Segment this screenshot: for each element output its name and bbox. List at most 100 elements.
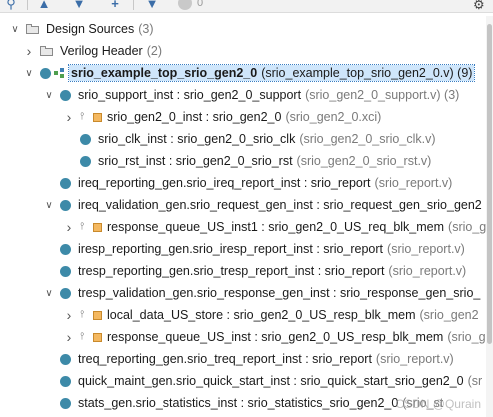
tree-row-text: local_data_US_store : srio_gen2_0_US_res… [107, 308, 479, 322]
tree-row-file: (srio_gen2 [419, 308, 479, 322]
tree-row-name: iresp_reporting_gen.srio_iresp_report_in… [78, 242, 384, 256]
status-icon[interactable]: ▼ [145, 0, 159, 11]
tree-row-text: srio_clk_inst : srio_gen2_0_srio_clk (sri… [98, 132, 436, 146]
module-icon [60, 89, 71, 101]
tree-row-text: srio_support_inst : srio_gen2_0_support(… [78, 88, 459, 102]
toolbar-divider [27, 0, 28, 10]
tree-row-text: response_queue_US_inst1 : srio_gen2_0_US… [107, 220, 486, 234]
chevron-right-icon[interactable]: › [64, 219, 74, 235]
module-icon [40, 67, 51, 79]
tree-row[interactable]: treq_reporting_gen.srio_treq_report_inst… [0, 348, 486, 370]
tree-row-file: (srio_report.v) [374, 176, 453, 190]
tree-row-name: srio_example_top_srio_gen2_0 [71, 66, 258, 80]
ip-core-icon: ⫯ [80, 332, 102, 342]
tree-row-text: ireq_reporting_gen.srio_ireq_report_inst… [78, 176, 452, 190]
tree-row-file: (srio_gen2_0_support.v) (3) [305, 88, 460, 102]
tree-row[interactable]: ∨ srio_support_inst : srio_gen2_0_support… [0, 84, 486, 106]
pin-icon: ⫯ [80, 111, 85, 122]
tree-row[interactable]: tresp_reporting_gen.srio_tresp_report_in… [0, 260, 486, 282]
tree-row-text: stats_gen.srio_statistics_inst : srio_st… [78, 396, 443, 410]
tree-row-file: (srio_report.v) [387, 242, 465, 256]
tree-row-text: treq_reporting_gen.srio_treq_report_inst… [78, 352, 454, 366]
tree-row[interactable]: iresp_reporting_gen.srio_iresp_report_in… [0, 238, 486, 260]
tree-row-name: ireq_reporting_gen.srio_ireq_report_inst… [78, 176, 371, 190]
tree-row-name: local_data_US_store : srio_gen2_0_US_res… [107, 308, 416, 322]
expand-all-icon[interactable]: ▼ [72, 0, 86, 11]
module-icon [60, 199, 71, 211]
vertical-scrollbar[interactable] [486, 16, 493, 417]
chevron-down-icon[interactable]: ∨ [10, 24, 20, 35]
source-hierarchy-tree: ∨ Design Sources (3) › Verilog Header (2) ∨ sri… [0, 16, 486, 417]
pin-icon: ⫯ [80, 309, 85, 320]
chevron-down-icon[interactable]: ∨ [44, 90, 54, 101]
tree-row[interactable]: › ⫯ response_queue_US_inst : srio_gen2_0_U… [0, 326, 486, 348]
tree-row-text: srio_example_top_srio_gen2_0 (srio_exampl… [67, 64, 476, 82]
scrollbar-thumb[interactable] [487, 24, 492, 344]
tree-row[interactable]: srio_clk_inst : srio_gen2_0_srio_clk (sri… [0, 128, 486, 150]
tree-row-file: (srio_example_top_srio_gen2_0.v) (9) [261, 66, 473, 80]
tree-row-name: response_queue_US_inst1 : srio_gen2_0_US… [107, 220, 445, 234]
tree-row[interactable]: ∨ Design Sources (3) [0, 18, 486, 40]
tree-row[interactable]: ireq_reporting_gen.srio_ireq_report_inst… [0, 172, 486, 194]
toolbar-divider [133, 0, 134, 10]
tree-row-file: (srio_gen2_0_srio_rst.v) [296, 154, 432, 168]
ip-core-icon: ⫯ [80, 112, 102, 122]
chevron-right-icon[interactable]: › [24, 43, 34, 59]
tree-row[interactable]: › ⫯ local_data_US_store : srio_gen2_0_US_r… [0, 304, 486, 326]
tree-row-text: iresp_reporting_gen.srio_iresp_report_in… [78, 242, 465, 256]
tree-row-file: (3) [138, 22, 154, 36]
top-module-hierarchy-icon [54, 68, 65, 78]
ip-box-icon [93, 112, 102, 122]
chevron-down-icon[interactable]: ∨ [44, 288, 54, 299]
ip-box-icon [93, 310, 102, 320]
tree-row-name: srio_clk_inst : srio_gen2_0_srio_clk [98, 132, 296, 146]
tree-row-name: Verilog Header [60, 44, 143, 58]
tree-row[interactable]: quick_maint_gen.srio_quick_start_inst : … [0, 370, 486, 392]
chevron-right-icon[interactable]: › [64, 307, 74, 323]
tree-row[interactable]: ∨ srio_example_top_srio_gen2_0 (srio_examp… [0, 62, 486, 84]
tree-row-text: response_queue_US_inst : srio_gen2_0_US_… [107, 330, 486, 344]
tree-row[interactable]: srio_rst_inst : srio_gen2_0_srio_rst (sri… [0, 150, 486, 172]
add-sources-icon[interactable]: + [108, 0, 122, 11]
tree-row-name: stats_gen.srio_statistics_inst : srio_st… [78, 396, 399, 410]
tree-row-name: treq_reporting_gen.srio_treq_report_inst… [78, 352, 372, 366]
tree-row[interactable]: › Verilog Header (2) [0, 40, 486, 62]
tree-row-file: (srio_report.v) [375, 352, 454, 366]
chevron-right-icon[interactable]: › [64, 329, 74, 345]
ip-box-icon [93, 222, 102, 232]
tree-row-text: quick_maint_gen.srio_quick_start_inst : … [78, 374, 482, 388]
tree-row[interactable]: › ⫯ response_queue_US_inst1 : srio_gen2_0_… [0, 216, 486, 238]
ip-box-icon [93, 332, 102, 342]
toolbar: ⚲ ▲ ▼ + ▼ 0 ⚙ [0, 0, 493, 13]
chevron-down-icon[interactable]: ∨ [44, 200, 54, 211]
tree-row-file: (srio_gen2_0.xci) [285, 110, 382, 124]
tree-row-name: response_queue_US_inst : srio_gen2_0_US_… [107, 330, 444, 344]
settings-icon[interactable]: ⚙ [473, 0, 485, 12]
tree-row-name: tresp_validation_gen.srio_response_gen_i… [78, 286, 481, 300]
tree-row-text: Design Sources (3) [46, 22, 154, 36]
tree-row[interactable]: › ⫯ srio_gen2_0_inst : srio_gen2_0 (srio_ge… [0, 106, 486, 128]
tree-row-text: tresp_validation_gen.srio_response_gen_i… [78, 286, 484, 300]
status-badge-icon [178, 0, 192, 10]
pin-icon: ⫯ [80, 331, 85, 342]
chevron-right-icon[interactable]: › [64, 109, 74, 125]
tree-row-name: ireq_validation_gen.srio_request_gen_ins… [78, 198, 482, 212]
pin-icon: ⫯ [80, 221, 85, 232]
chevron-down-icon[interactable]: ∨ [24, 68, 34, 79]
tree-row-name: quick_maint_gen.srio_quick_start_inst : … [78, 374, 464, 388]
tree-row[interactable]: ∨ ireq_validation_gen.srio_request_gen_in… [0, 194, 486, 216]
collapse-all-icon[interactable]: ▲ [37, 0, 51, 11]
tree-row-file: (srio_gen2_0_srio_clk.v) [299, 132, 436, 146]
watermark: CSDN @Qurain [395, 397, 481, 411]
tree-row[interactable]: ∨ tresp_validation_gen.srio_response_gen_… [0, 282, 486, 304]
search-icon[interactable]: ⚲ [4, 0, 18, 11]
tree-row-name: Design Sources [46, 22, 135, 36]
module-icon [60, 287, 71, 299]
tree-row-name: tresp_reporting_gen.srio_tresp_report_in… [78, 264, 385, 278]
module-icon [60, 243, 71, 255]
tree-row-text: srio_rst_inst : srio_gen2_0_srio_rst (sri… [98, 154, 431, 168]
tree-row-file: (srio_ge [448, 220, 486, 234]
